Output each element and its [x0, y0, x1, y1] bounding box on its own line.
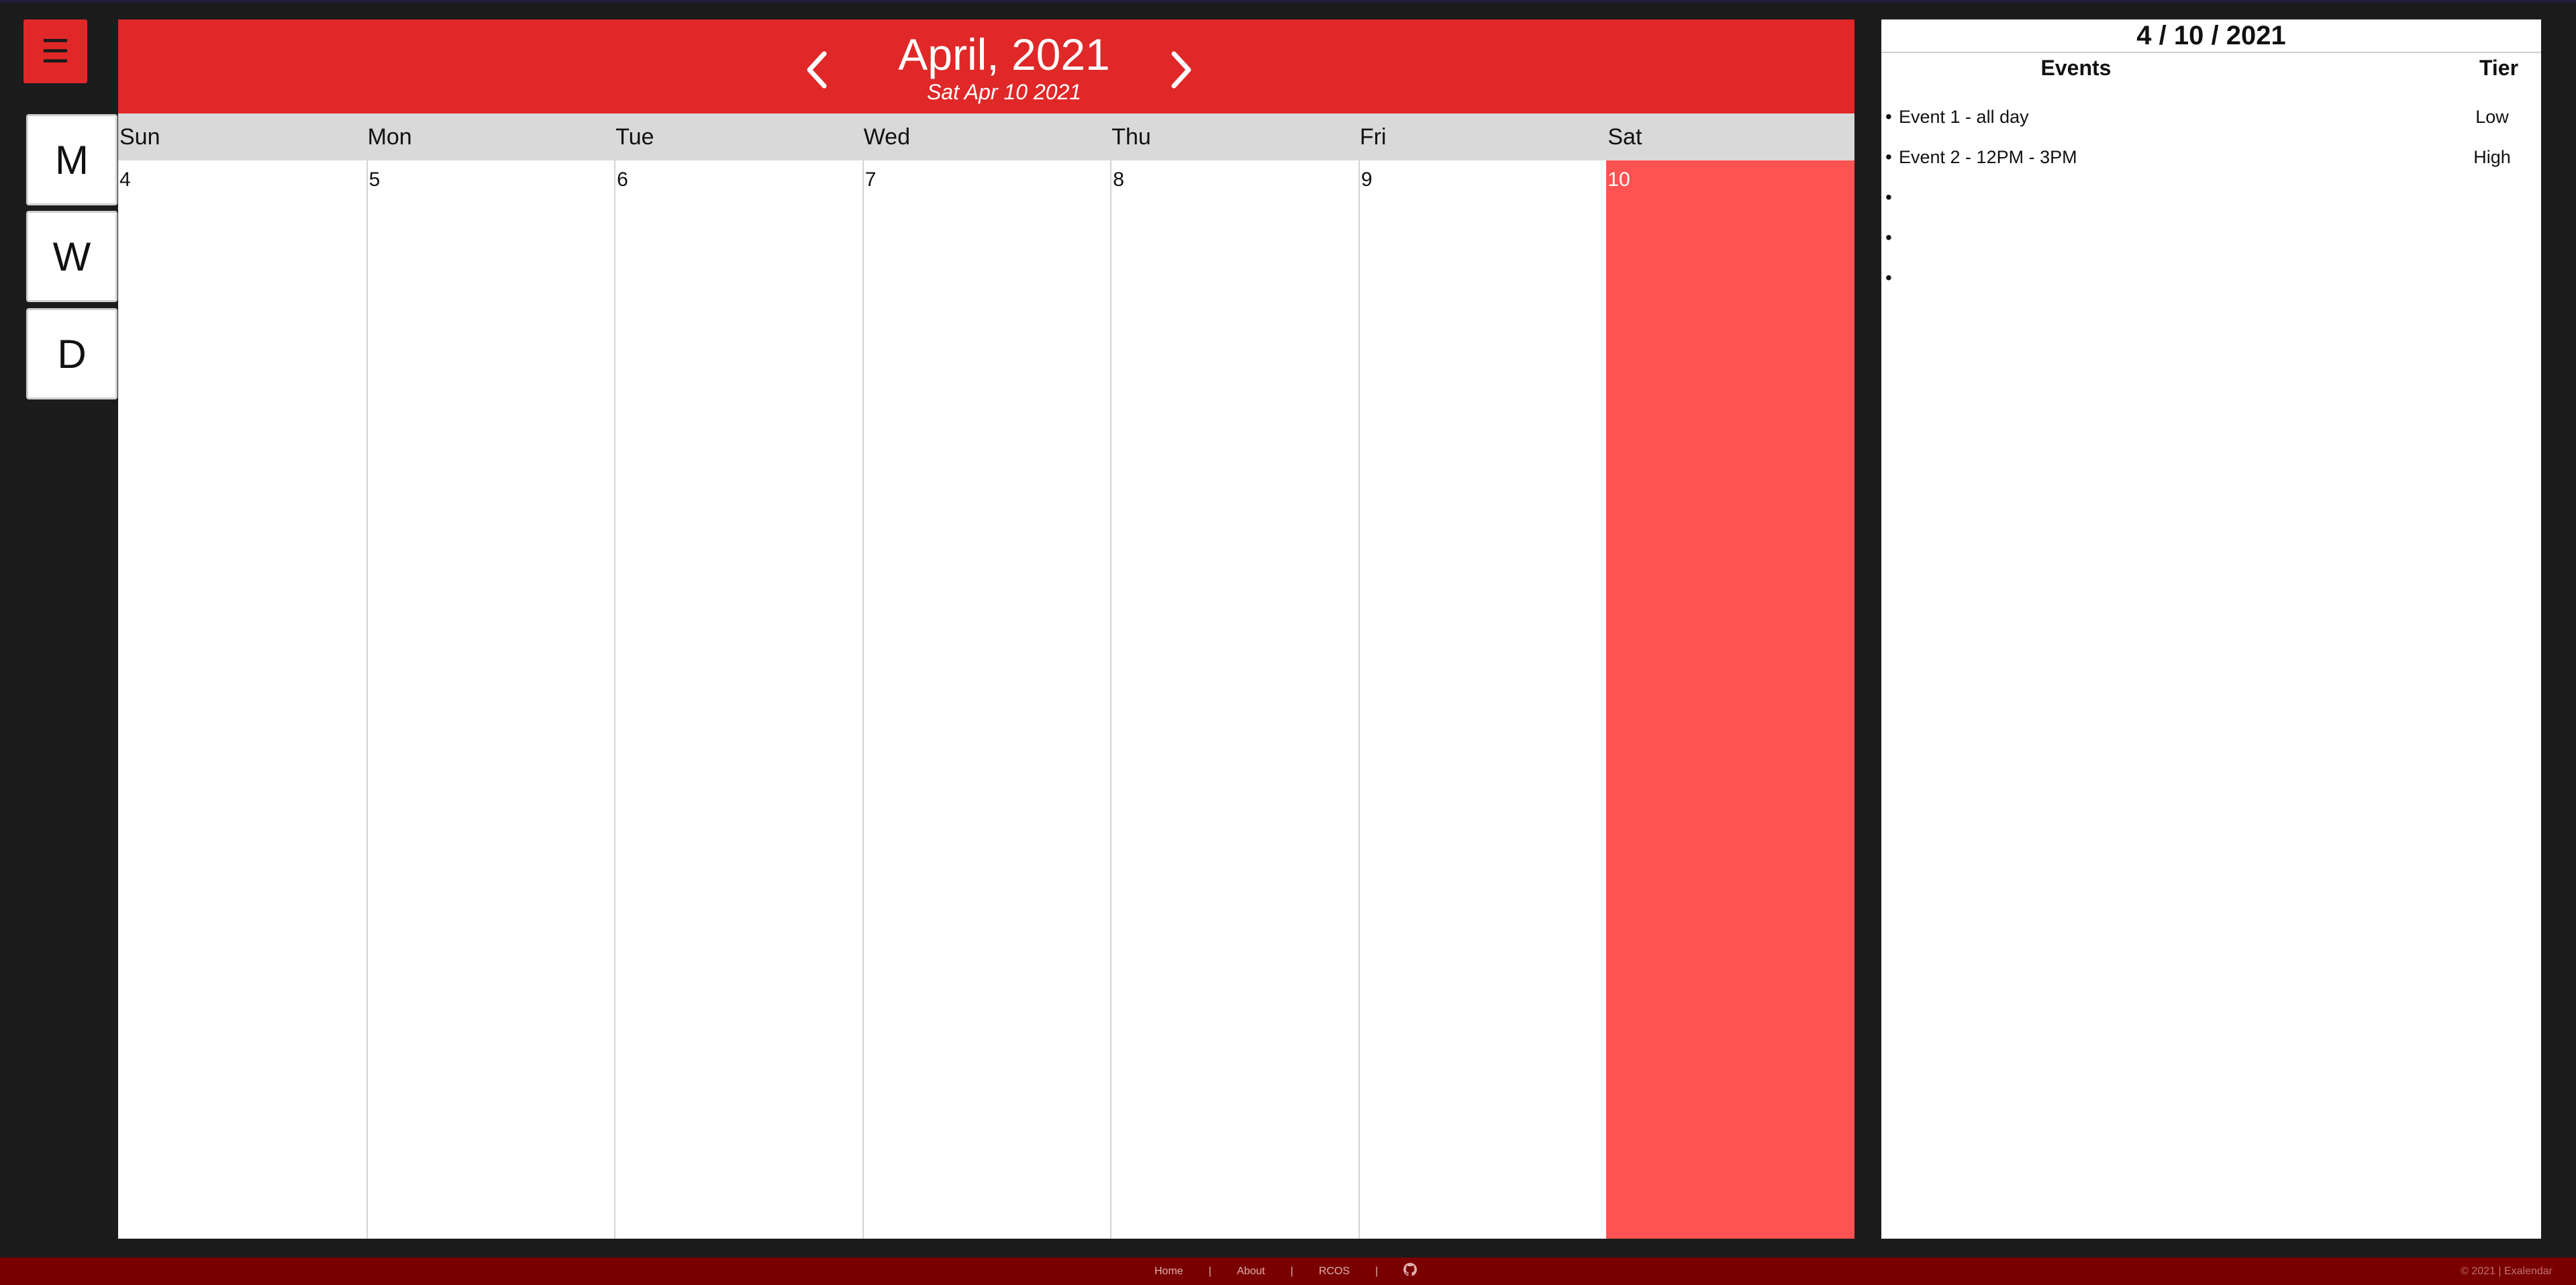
day-number: 5: [368, 169, 381, 191]
calendar-header: April, 2021 Sat Apr 10 2021: [118, 19, 1854, 113]
calendar: April, 2021 Sat Apr 10 2021 Sun Mon Tue …: [118, 19, 1854, 1239]
event-tier: Low: [2475, 107, 2509, 127]
bullet-icon: •: [1885, 106, 1892, 127]
github-icon[interactable]: [1390, 1263, 1430, 1280]
bullet-icon: •: [1885, 146, 1892, 167]
tier-column-header: Tier: [2479, 56, 2519, 80]
github-icon: [1403, 1263, 1418, 1276]
footer-link-home[interactable]: Home: [1141, 1266, 1197, 1278]
list-item[interactable]: • Event 1 - all day Low: [1881, 103, 2541, 144]
list-item[interactable]: •: [1881, 224, 2541, 265]
week-view-button[interactable]: W: [26, 211, 117, 302]
day-cell[interactable]: 8: [1110, 160, 1358, 1239]
footer-links: Home | About | RCOS |: [1141, 1263, 1430, 1280]
weekday-header: Sun: [119, 124, 160, 150]
footer: Home | About | RCOS | © 2021 | Exalendar: [0, 1257, 2576, 1285]
day-view-button[interactable]: D: [26, 308, 117, 399]
next-week-button[interactable]: [1158, 46, 1205, 93]
menu-button[interactable]: ☰: [23, 19, 87, 83]
weekday-header: Thu: [1111, 124, 1151, 150]
copyright: © 2021 | Exalendar: [2461, 1266, 2553, 1277]
footer-separator: |: [1290, 1265, 1293, 1277]
bullet-icon: •: [1885, 267, 1892, 288]
weekday-header-row: Sun Mon Tue Wed Thu Fri Sat: [118, 113, 1854, 160]
day-cell[interactable]: 7: [862, 160, 1111, 1239]
footer-link-rcos[interactable]: RCOS: [1305, 1266, 1363, 1278]
weekday-header: Tue: [615, 124, 654, 150]
event-list: • Event 1 - all day Low • Event 2 - 12PM…: [1881, 103, 2541, 305]
footer-link-about[interactable]: About: [1224, 1266, 1279, 1278]
chevron-left-icon: [807, 51, 827, 89]
week-grid: 4 5 6 7 8 9 10: [118, 160, 1854, 1239]
weekday-header: Fri: [1359, 124, 1387, 150]
day-cell[interactable]: 9: [1358, 160, 1607, 1239]
event-name: Event 2 - 12PM - 3PM: [1899, 147, 2077, 167]
day-number: 9: [1360, 169, 1373, 191]
list-item[interactable]: •: [1881, 184, 2541, 224]
month-view-button[interactable]: M: [26, 114, 117, 205]
panel-date: 4 / 10 / 2021: [1881, 19, 2541, 53]
day-number: 8: [1113, 169, 1124, 191]
day-number: 6: [617, 169, 628, 191]
day-cell[interactable]: 4: [118, 160, 366, 1239]
footer-separator: |: [1375, 1265, 1379, 1277]
day-events-panel: 4 / 10 / 2021 Events Tier • Event 1 - al…: [1881, 19, 2541, 1239]
day-cell-selected[interactable]: 10: [1606, 160, 1854, 1239]
bullet-icon: •: [1885, 187, 1892, 207]
day-number: 4: [119, 169, 131, 191]
hamburger-icon: ☰: [40, 32, 70, 70]
weekday-header: Sat: [1607, 124, 1642, 150]
bullet-icon: •: [1885, 227, 1892, 248]
weekday-header: Wed: [863, 124, 910, 150]
selected-date-subtitle: Sat Apr 10 2021: [926, 80, 1082, 104]
list-item[interactable]: •: [1881, 265, 2541, 305]
footer-separator: |: [1208, 1265, 1211, 1277]
events-column-label: Events: [2040, 56, 2112, 80]
chevron-right-icon: [1171, 51, 1191, 89]
day-cell[interactable]: 5: [366, 160, 615, 1239]
day-cell[interactable]: 6: [614, 160, 862, 1239]
previous-week-button[interactable]: [793, 46, 840, 93]
event-name: Event 1 - all day: [1899, 107, 2029, 127]
list-item[interactable]: • Event 2 - 12PM - 3PM High: [1881, 144, 2541, 184]
weekday-header: Mon: [367, 124, 412, 150]
top-border: [0, 0, 2576, 3]
month-title: April, 2021: [898, 30, 1110, 79]
day-number: 7: [864, 169, 877, 191]
event-tier: High: [2473, 147, 2511, 167]
day-number: 10: [1607, 169, 1630, 191]
